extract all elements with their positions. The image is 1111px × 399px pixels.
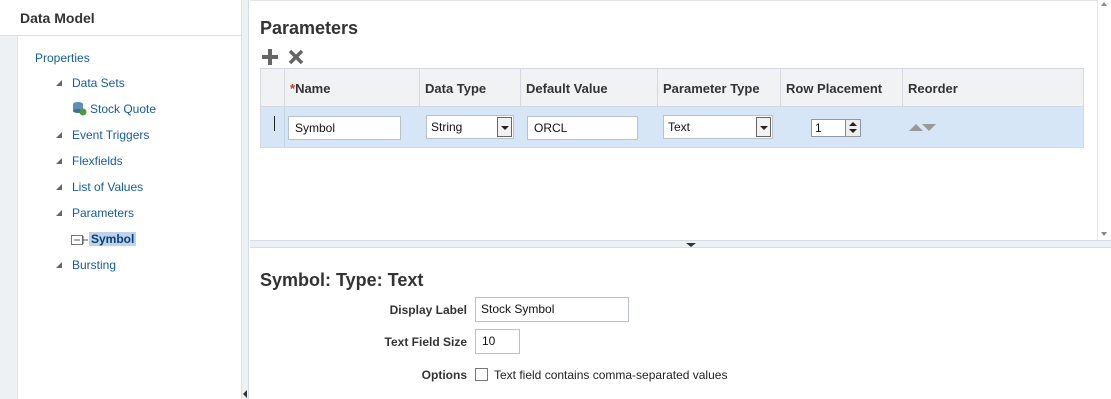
col-parameter-type[interactable]: Parameter Type [658, 69, 781, 107]
tree-item-symbol[interactable]: Symbol [89, 232, 137, 246]
parameter-icon [71, 235, 88, 245]
vertical-scrollbar[interactable] [1097, 0, 1111, 240]
tree-item-data-sets[interactable]: Data Sets [72, 76, 125, 90]
display-label-field[interactable]: Stock Symbol [475, 297, 629, 322]
data-set-icon [73, 102, 87, 116]
col-default-value[interactable]: Default Value [521, 69, 658, 107]
scroll-up-icon[interactable] [1101, 2, 1107, 6]
data-type-select[interactable]: String [426, 115, 514, 139]
horizontal-splitter[interactable] [250, 240, 1111, 248]
col-name[interactable]: *Name [285, 69, 420, 107]
tree-item-parameters[interactable]: Parameters [72, 206, 134, 220]
col-name-label: Name [295, 81, 331, 96]
tree-item-flexfields[interactable]: Flexfields [72, 154, 123, 168]
chevron-down-icon[interactable] [497, 117, 512, 137]
collapse-left-icon[interactable] [243, 390, 247, 398]
comma-separated-label[interactable]: Text field contains comma-separated valu… [494, 368, 727, 382]
collapse-bottom-icon[interactable] [686, 243, 696, 247]
text-field-size-label: Text Field Size [384, 335, 467, 349]
expand-arrow-icon[interactable] [56, 184, 62, 190]
panel-title: Data Model [20, 10, 95, 26]
plus-icon[interactable] [262, 49, 278, 65]
row-header-col [261, 69, 285, 107]
chevron-down-icon[interactable] [756, 117, 771, 137]
options-label: Options [421, 368, 467, 382]
expand-arrow-icon[interactable] [56, 262, 62, 268]
default-value-field[interactable]: ORCL [527, 116, 638, 140]
text-field-size-field[interactable]: 10 [475, 329, 520, 354]
row-placement-stepper[interactable]: 1 [811, 119, 861, 137]
left-gutter [0, 36, 18, 399]
parameter-type-value: Text [668, 120, 691, 134]
comma-separated-checkbox[interactable] [475, 368, 488, 381]
col-data-type[interactable]: Data Type [420, 69, 521, 107]
data-type-value: String [431, 120, 463, 134]
stepper-down-icon[interactable] [849, 129, 857, 133]
row-selector[interactable] [261, 107, 285, 147]
data-model-panel: Data Model Properties Data Sets Stock Qu… [0, 0, 242, 399]
tree-item-event-triggers[interactable]: Event Triggers [72, 128, 149, 142]
scroll-down-icon[interactable] [1101, 232, 1107, 236]
table-header: *Name Data Type Default Value Parameter … [261, 69, 1083, 107]
expand-arrow-icon[interactable] [56, 132, 62, 138]
row-placement-value: 1 [815, 121, 822, 135]
panel-header: Data Model [0, 0, 241, 36]
move-down-icon[interactable] [922, 124, 936, 131]
row-indicator [274, 116, 275, 131]
vertical-splitter[interactable] [242, 0, 249, 399]
stepper-up-icon[interactable] [849, 122, 857, 126]
col-reorder[interactable]: Reorder [903, 69, 1083, 107]
expand-arrow-icon[interactable] [56, 210, 62, 216]
move-up-icon[interactable] [909, 124, 923, 131]
tree-item-bursting[interactable]: Bursting [72, 258, 116, 272]
display-label-label: Display Label [389, 303, 467, 317]
parameters-title: Parameters [260, 18, 359, 38]
tree-item-properties[interactable]: Properties [35, 51, 90, 65]
parameter-type-select[interactable]: Text [663, 115, 773, 139]
x-icon[interactable] [288, 49, 304, 65]
col-row-placement[interactable]: Row Placement [781, 69, 903, 107]
expand-arrow-icon[interactable] [56, 158, 62, 164]
name-field[interactable]: Symbol [288, 116, 401, 140]
tree-item-stock-quote[interactable]: Stock Quote [90, 102, 156, 116]
stepper-buttons[interactable] [845, 120, 860, 136]
detail-title: Symbol: Type: Text [260, 270, 424, 290]
tree-item-list-of-values[interactable]: List of Values [72, 180, 143, 194]
expand-arrow-icon[interactable] [56, 80, 62, 86]
